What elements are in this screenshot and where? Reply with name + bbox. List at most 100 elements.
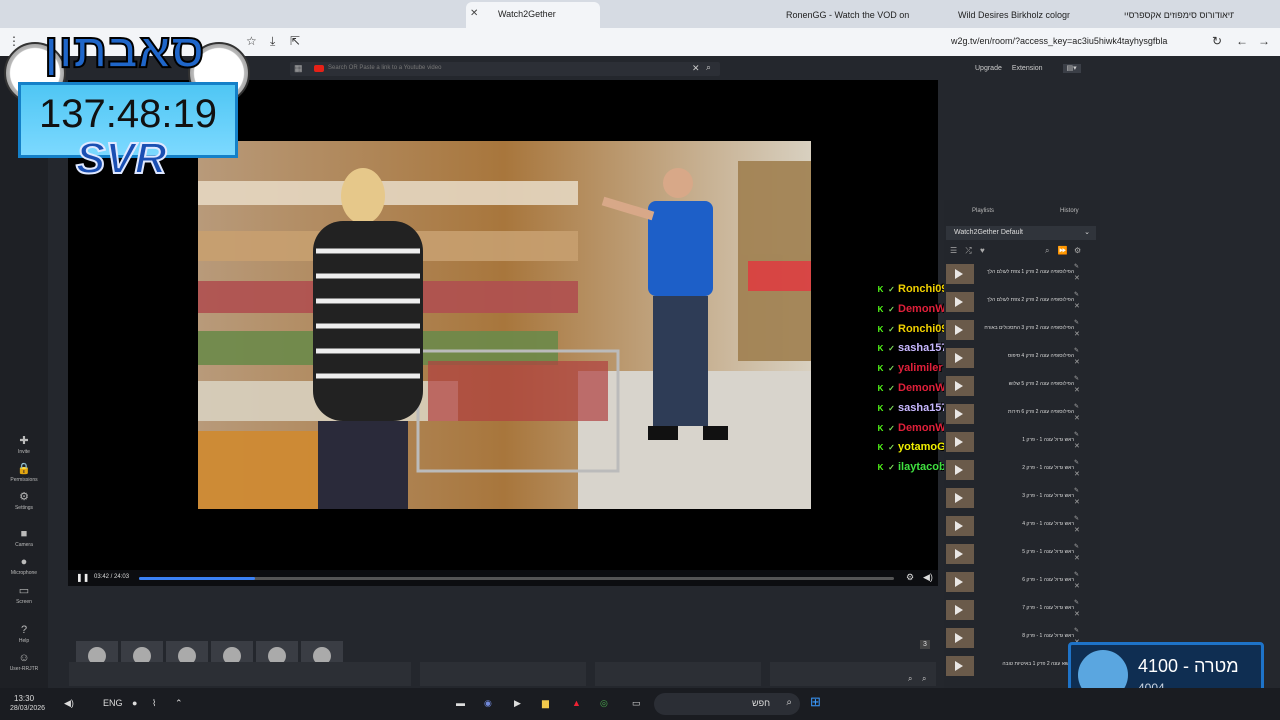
tab-ronengg[interactable]: RonenGG - Watch the VOD on: [786, 4, 916, 26]
heart-icon[interactable]: ♥: [980, 246, 985, 255]
permissions-button[interactable]: 🔒 Permissions: [4, 462, 44, 483]
edit-icon[interactable]: ✎: [1074, 515, 1079, 522]
help-button[interactable]: ? Help: [4, 624, 44, 644]
app-icon[interactable]: ▲: [572, 698, 581, 708]
edit-icon[interactable]: ✎: [1074, 319, 1079, 326]
extension-link[interactable]: Extension: [1012, 65, 1043, 72]
remove-icon[interactable]: ✕: [1074, 582, 1080, 590]
edit-icon[interactable]: ✎: [1074, 571, 1079, 578]
tab-hebrew[interactable]: תיאודורוס סימפוזים אקספרסיי: [1124, 4, 1234, 26]
remove-icon[interactable]: ✕: [1074, 330, 1080, 338]
edit-icon[interactable]: ✎: [1074, 431, 1079, 438]
upgrade-link[interactable]: Upgrade: [975, 65, 1002, 72]
settings-icon[interactable]: ⚙: [906, 572, 914, 583]
search-icon[interactable]: ⌕: [1045, 246, 1049, 255]
chevron-up-icon[interactable]: ⌃: [175, 698, 183, 709]
forward-icon[interactable]: →: [1258, 34, 1270, 48]
taskbar-search[interactable]: חפש ⌕: [654, 693, 800, 715]
camera-button[interactable]: ■ Camera: [4, 528, 44, 548]
edit-icon[interactable]: ✎: [1074, 403, 1079, 410]
remove-icon[interactable]: ✕: [1074, 498, 1080, 506]
thumbnail[interactable]: [946, 628, 974, 648]
layout-toggle[interactable]: ▤▾: [1062, 64, 1081, 73]
clock-time[interactable]: 13:30: [14, 694, 34, 703]
chat-username[interactable]: sasha157: [898, 402, 948, 414]
tab-wild-desires[interactable]: Wild Desires Birkholz cologne: [958, 4, 1070, 26]
remove-icon[interactable]: ✕: [1074, 526, 1080, 534]
remove-icon[interactable]: ✕: [1074, 386, 1080, 394]
pause-icon[interactable]: ❚❚: [76, 573, 89, 582]
playlist-item[interactable]: הפילוסופיה עונה 2 פרק 2 צפת לעולם הלך ✎ ✕: [946, 290, 1096, 316]
clock-date[interactable]: 28/03/2026: [10, 705, 45, 712]
edit-icon[interactable]: ✎: [1074, 291, 1079, 298]
chat-username[interactable]: yotamoG: [898, 441, 946, 453]
remove-icon[interactable]: ✕: [1074, 442, 1080, 450]
thumbnail[interactable]: [946, 544, 974, 564]
edit-icon[interactable]: ✎: [1074, 375, 1079, 382]
discord-icon[interactable]: ◉: [484, 698, 492, 709]
thumbnail[interactable]: [946, 292, 974, 312]
chrome-icon[interactable]: ◎: [600, 698, 608, 709]
remove-icon[interactable]: ✕: [1074, 554, 1080, 562]
thumbnail[interactable]: [946, 348, 974, 368]
playlist-item[interactable]: הפילוסופיה עונה 2 פרק 6 חירות ✎ ✕: [946, 402, 1096, 428]
playlist-item[interactable]: הפילוסופיה עונה 2 פרק 1 צפת לעולם הלך ✎ ✕: [946, 262, 1096, 288]
back-icon[interactable]: ←: [1236, 34, 1248, 48]
shuffle-icon[interactable]: ⤮: [965, 246, 971, 255]
remove-icon[interactable]: ✕: [1074, 274, 1080, 282]
thumbnail[interactable]: [946, 488, 974, 508]
list-icon[interactable]: ☰: [950, 246, 957, 255]
microphone-icon[interactable]: ●: [132, 698, 137, 708]
remove-icon[interactable]: ✕: [1074, 302, 1080, 310]
thumbnail[interactable]: [946, 460, 974, 480]
playlist-item[interactable]: ראש גדול עונה 1 - פרק 3 ✎ ✕: [946, 486, 1096, 512]
playlist-item[interactable]: ראש גדול עונה 1 - פרק 6 ✎ ✕: [946, 570, 1096, 596]
zoom-out-icon[interactable]: ⌕: [922, 674, 926, 684]
playlist-item[interactable]: ראש גדול עונה 1 - פרק 5 ✎ ✕: [946, 542, 1096, 568]
invite-button[interactable]: ✚ Invite: [4, 434, 44, 455]
remove-icon[interactable]: ✕: [1074, 470, 1080, 478]
close-tab-icon[interactable]: ✕: [470, 2, 478, 26]
app-icon[interactable]: ▬: [456, 698, 465, 708]
video-frame[interactable]: [198, 141, 811, 509]
gear-icon[interactable]: ⚙: [1074, 246, 1081, 255]
tab-watch2gether[interactable]: ✕ Watch2Gether: [466, 2, 600, 28]
thumbnail[interactable]: [946, 264, 974, 284]
playlist-item[interactable]: ראש גדול עונה 1 - פרק 7 ✎ ✕: [946, 598, 1096, 624]
thumbnail[interactable]: [946, 432, 974, 452]
volume-icon[interactable]: ◀): [64, 698, 74, 709]
share-icon[interactable]: ⇱: [290, 34, 300, 48]
network-icon[interactable]: ⌇: [152, 698, 156, 709]
thumbnail[interactable]: [946, 572, 974, 592]
thumbnail[interactable]: [946, 600, 974, 620]
taskview-icon[interactable]: ▭: [632, 698, 641, 709]
fast-forward-icon[interactable]: ⏩: [1058, 246, 1068, 255]
taskbar-search-input[interactable]: חפש: [752, 698, 770, 708]
edit-icon[interactable]: ✎: [1074, 459, 1079, 466]
zoom-in-icon[interactable]: ⌕: [908, 674, 912, 684]
video-search-bar[interactable]: ▦ Search OR Paste a link to a Youtube vi…: [290, 62, 720, 76]
reload-icon[interactable]: ↻: [1212, 34, 1222, 48]
remove-icon[interactable]: ✕: [1074, 414, 1080, 422]
media-player-icon[interactable]: ▶: [514, 698, 521, 709]
search-input[interactable]: Search OR Paste a link to a Youtube vide…: [328, 65, 441, 71]
search-icon[interactable]: ⌕: [706, 62, 711, 73]
screen-button[interactable]: ▭ Screen: [4, 584, 44, 605]
download-icon[interactable]: ⤓: [270, 34, 275, 49]
playlist-item[interactable]: ראש גדול עונה 1 - פרק 4 ✎ ✕: [946, 514, 1096, 540]
playlist-item[interactable]: הפילוסופיה עונה 2 פרק 3 התסכולים באורח ✎ ✕: [946, 318, 1096, 344]
windows-start-icon[interactable]: ⊞: [810, 694, 821, 710]
chat-username[interactable]: sasha157: [898, 342, 948, 354]
thumbnail[interactable]: [946, 320, 974, 340]
edit-icon[interactable]: ✎: [1074, 347, 1079, 354]
thumbnail[interactable]: [946, 404, 974, 424]
url-text[interactable]: w2g.tv/en/room/?access_key=ac3iu5hiwk4ta…: [951, 36, 1167, 46]
thumbnail[interactable]: [946, 656, 974, 676]
tab-playlists[interactable]: Playlists: [972, 208, 994, 214]
playlist-item[interactable]: הפילוסופיה עונה 2 פרק 4 סיפוס ✎ ✕: [946, 346, 1096, 372]
edit-icon[interactable]: ✎: [1074, 627, 1079, 634]
language-indicator[interactable]: ENG: [103, 698, 123, 708]
user-button[interactable]: ☺ User-RRJTR: [4, 652, 44, 672]
edit-icon[interactable]: ✎: [1074, 263, 1079, 270]
grid-icon[interactable]: ▦: [294, 63, 303, 74]
